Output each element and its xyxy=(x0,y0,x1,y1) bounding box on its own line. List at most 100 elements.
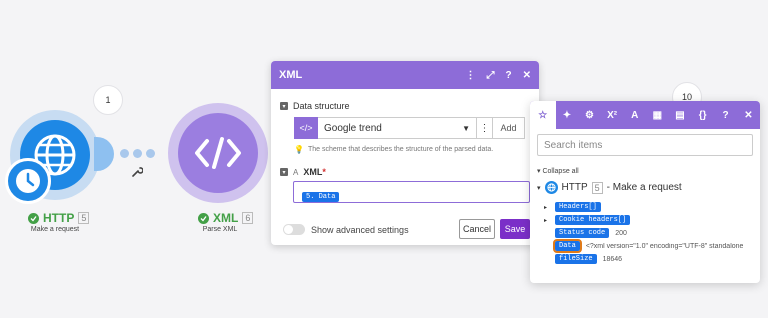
tab-general-functions[interactable]: ✦ xyxy=(556,101,579,129)
tree-expand-icon: ▸ xyxy=(544,217,548,224)
xml-field-label-text: XML xyxy=(303,167,323,177)
xml-module-subtitle: Parse XML xyxy=(202,226,238,233)
http-module-label: HTTP 5 xyxy=(28,211,90,225)
http-output-connector[interactable] xyxy=(94,137,114,171)
gear-icon: ⚙ xyxy=(585,109,594,121)
clock-icon xyxy=(16,169,40,193)
tab-array-functions[interactable]: ▤ xyxy=(669,101,692,129)
close-button[interactable]: ✕ xyxy=(737,101,760,129)
xml-module[interactable] xyxy=(178,113,258,193)
globe-icon xyxy=(544,181,558,194)
data-structure-row: </> Google trend ▼ ⋮ Add xyxy=(294,117,525,139)
add-data-structure-button[interactable]: Add xyxy=(493,117,525,139)
tree-item-key[interactable]: Headers[] xyxy=(555,202,601,212)
tab-text-functions[interactable]: A xyxy=(623,101,646,129)
xml-field-label: XML* xyxy=(303,167,326,177)
lightbulb-icon: 💡 xyxy=(294,145,304,154)
tree-item-value: <?xml version="1.0" encoding="UTF-8" sta… xyxy=(585,242,744,250)
tab-math-functions[interactable]: X² xyxy=(601,101,624,129)
cancel-button[interactable]: Cancel xyxy=(459,219,495,239)
data-structure-menu-button[interactable]: ⋮ xyxy=(477,117,493,139)
tree-item-key-highlighted[interactable]: Data xyxy=(553,239,582,253)
help-icon: ? xyxy=(722,109,729,121)
tab-favorites[interactable]: ☆ xyxy=(530,101,556,129)
xml-module-title: XML xyxy=(213,211,239,225)
http-module-subtitle: Make a request xyxy=(30,226,80,233)
mapped-token[interactable]: 5. Data xyxy=(302,192,340,202)
search-items-input[interactable]: Search items xyxy=(537,134,753,156)
kebab-menu-icon[interactable]: ⋮ xyxy=(466,70,476,81)
data-structure-select[interactable]: Google trend ▼ xyxy=(318,117,477,139)
tree-item-value: 200 xyxy=(615,229,627,237)
tree-expand-icon: ▾ xyxy=(537,184,541,192)
text-type-icon: A xyxy=(293,167,299,177)
dialog-header: XML ⋮ ⤢ ? ✕ xyxy=(271,61,539,89)
collapse-chevron-icon[interactable]: ▾ xyxy=(280,102,288,110)
route-dot xyxy=(146,149,155,158)
tree-item-key[interactable]: Status code xyxy=(555,228,610,238)
dialog-title: XML xyxy=(279,69,303,81)
route-dot xyxy=(133,149,142,158)
data-structure-label-row: ▾ Data structure xyxy=(280,101,350,111)
hint-text: The scheme that describes the structure … xyxy=(307,146,494,153)
tree-item[interactable]: Status code 200 xyxy=(544,228,627,238)
route-dot xyxy=(120,149,129,158)
code-brackets-icon xyxy=(195,137,241,169)
dropdown-caret-icon: ▼ xyxy=(462,123,470,133)
table-icon: ▤ xyxy=(675,109,685,121)
tab-json-functions[interactable]: {} xyxy=(691,101,714,129)
http-schedule-clock[interactable] xyxy=(5,158,51,204)
save-button[interactable]: Save xyxy=(500,219,530,239)
tree-item[interactable]: Data <?xml version="1.0" encoding="UTF-8… xyxy=(544,239,744,253)
expand-icon[interactable]: ⤢ xyxy=(487,70,495,81)
xml-module-label: XML 6 xyxy=(198,211,254,225)
mapping-tabs: ☆ ✦ ⚙ X² A ▦ ▤ {} ? ✕ xyxy=(530,101,760,129)
http-module-title: HTTP xyxy=(43,211,75,225)
http-operations-bubble[interactable]: 1 xyxy=(93,85,123,115)
advanced-settings-row: Show advanced settings xyxy=(283,224,409,235)
close-icon: ✕ xyxy=(744,109,753,121)
tree-item-key[interactable]: Cookie headers[] xyxy=(555,215,631,225)
data-structure-hint: 💡 The scheme that describes the structur… xyxy=(294,145,493,154)
xml-settings-dialog: XML ⋮ ⤢ ? ✕ ▾ Data structure </> Google … xyxy=(271,61,539,245)
module-index-badge: 5 xyxy=(78,212,90,224)
tab-date-functions[interactable]: ▦ xyxy=(646,101,669,129)
calendar-icon: ▦ xyxy=(652,109,663,121)
math-icon: X² xyxy=(607,109,618,121)
search-placeholder: Search items xyxy=(544,139,603,151)
tree-module-http[interactable]: ▾ HTTP 5 - Make a request xyxy=(537,181,682,194)
tab-settings-functions[interactable]: ⚙ xyxy=(578,101,601,129)
data-structure-label: Data structure xyxy=(293,101,350,111)
tree-item[interactable]: ▸ Cookie headers[] xyxy=(544,215,631,225)
tree-module-desc: - Make a request xyxy=(606,182,682,193)
module-index-badge: 6 xyxy=(242,212,254,224)
wrench-icon[interactable] xyxy=(131,166,143,178)
close-icon[interactable]: ✕ xyxy=(523,70,531,81)
tree-item[interactable]: ▸ Headers[] xyxy=(544,202,601,212)
sparkle-icon: ✦ xyxy=(562,109,572,121)
help-icon[interactable]: ? xyxy=(506,70,512,81)
collapse-chevron-icon[interactable]: ▾ xyxy=(280,168,288,176)
xml-field-label-row: ▾ A XML* xyxy=(280,167,326,177)
tree-expand-icon: ▸ xyxy=(544,204,548,211)
tree-item-value: 18646 xyxy=(602,255,623,263)
module-index-badge: 5 xyxy=(591,181,603,194)
check-icon xyxy=(28,212,39,224)
star-icon: ☆ xyxy=(538,109,548,121)
data-structure-value: Google trend xyxy=(324,122,382,134)
collapse-all-link[interactable]: ▾ Collapse all xyxy=(537,167,579,175)
help-button[interactable]: ? xyxy=(714,101,737,129)
xml-field-input[interactable]: 5. Data xyxy=(293,181,530,203)
tree-item-key[interactable]: fileSize xyxy=(555,254,597,264)
braces-icon: {} xyxy=(698,109,707,121)
advanced-settings-label: Show advanced settings xyxy=(311,224,409,235)
text-icon: A xyxy=(631,109,639,121)
advanced-settings-toggle[interactable] xyxy=(283,224,305,235)
tree-item[interactable]: fileSize 18646 xyxy=(544,254,622,264)
check-icon xyxy=(198,212,209,224)
tree-module-name: HTTP xyxy=(561,182,588,193)
collapse-all-label: Collapse all xyxy=(542,168,579,175)
code-icon: </> xyxy=(294,117,318,139)
mapping-panel: ☆ ✦ ⚙ X² A ▦ ▤ {} ? ✕ Search items ▾ Col… xyxy=(530,101,760,283)
required-mark: * xyxy=(322,167,326,177)
